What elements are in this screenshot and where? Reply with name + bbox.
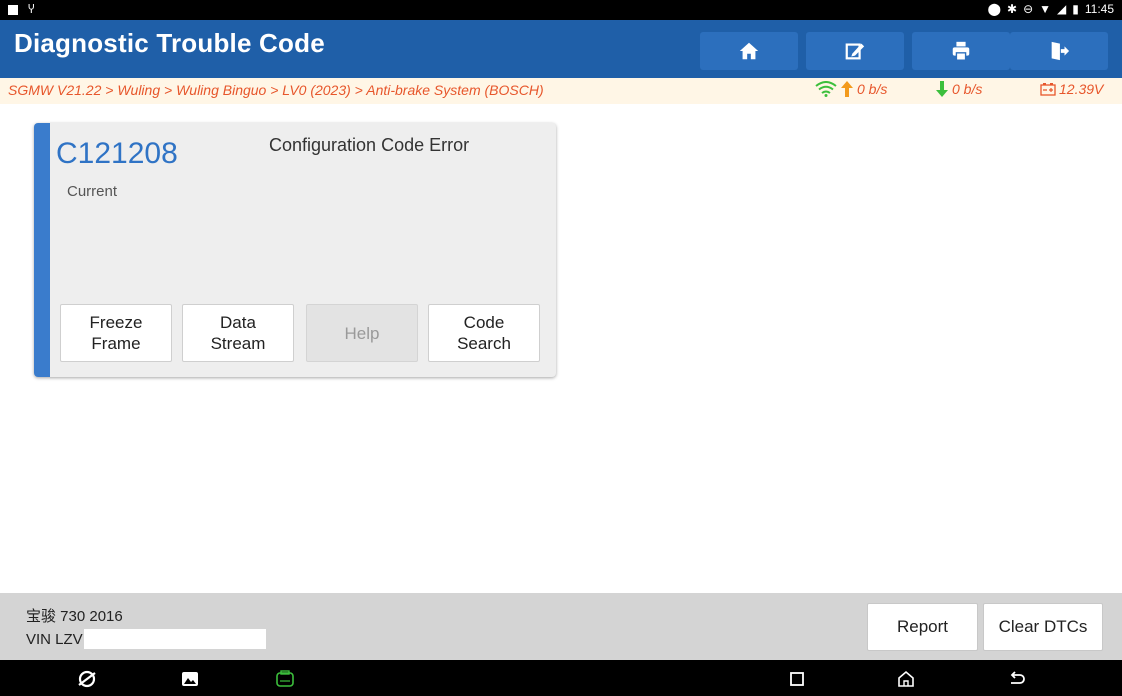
wifi-signal-icon [815, 81, 837, 97]
freeze-frame-button[interactable]: Freeze Frame [60, 304, 172, 362]
usb-icon: Ⴤ [28, 4, 35, 16]
dnd-icon: ⊖ [1023, 2, 1034, 16]
vci-app-button[interactable] [274, 668, 296, 690]
clear-dtcs-button[interactable]: Clear DTCs [983, 603, 1103, 651]
status-right-icons: ⬤ ✱ ⊖ ▼ ◢ ▮ 11:45 [988, 2, 1114, 16]
gallery-icon [182, 672, 198, 686]
code-search-button[interactable]: Code Search [428, 304, 540, 362]
upload-rate: 0 b/s [857, 81, 888, 97]
image-notification-icon [8, 4, 18, 15]
wifi-icon: ▼ [1039, 2, 1052, 16]
battery-icon: ▮ [1072, 2, 1079, 16]
freeze-frame-label: Freeze Frame [89, 313, 143, 353]
clear-dtcs-label: Clear DTCs [998, 617, 1088, 636]
dtc-description: Configuration Code Error [269, 135, 470, 155]
dtc-status: Current [67, 183, 118, 200]
data-stream-label: Data Stream [210, 313, 266, 353]
download-rate: 0 b/s [952, 81, 983, 97]
home-nav-button[interactable] [895, 668, 917, 690]
home-button[interactable] [700, 32, 798, 70]
location-icon: ⬤ [987, 2, 1001, 16]
back-icon [1010, 671, 1025, 684]
browser-icon [78, 670, 96, 688]
vin-row: VIN LZV [26, 629, 266, 649]
breadcrumb-bar: SGMW V21.22 > Wuling > Wuling Binguo > L… [0, 78, 1122, 104]
dtc-card: C121208 Configuration Code Error Current… [34, 123, 556, 377]
download-indicator: 0 b/s [936, 81, 982, 97]
signal-icon: ◢ [1057, 2, 1067, 16]
clock: 11:45 [1084, 2, 1114, 16]
browser-app-button[interactable] [76, 668, 98, 690]
voltage-value: 12.39V [1059, 81, 1104, 97]
dtc-code: C121208 [56, 137, 178, 170]
system-nav-bar [0, 660, 1122, 696]
upload-indicator: 0 b/s [815, 81, 887, 97]
back-button[interactable] [1006, 668, 1028, 690]
vci-icon [276, 670, 294, 687]
footer-bar: 宝骏 730 2016 VIN LZV Report Clear DTCs [0, 593, 1122, 660]
exit-icon [1051, 41, 1070, 61]
page-title: Diagnostic Trouble Code [14, 28, 325, 58]
report-button[interactable]: Report [867, 603, 978, 651]
exit-button[interactable] [1010, 32, 1108, 70]
edit-button[interactable] [806, 32, 904, 70]
help-label: Help [344, 323, 380, 343]
code-search-label: Code Search [457, 313, 511, 353]
title-bar: Diagnostic Trouble Code [0, 20, 1122, 78]
download-arrow-icon [936, 81, 948, 97]
vehicle-info: 宝骏 730 2016 [26, 608, 123, 625]
home-icon [898, 670, 914, 687]
upload-arrow-icon [841, 81, 853, 97]
help-button[interactable]: Help [306, 304, 418, 362]
report-label: Report [896, 617, 949, 636]
vin-redaction [83, 629, 266, 649]
status-bar: Ⴤ ⬤ ✱ ⊖ ▼ ◢ ▮ 11:45 [0, 0, 1122, 20]
bluetooth-icon: ✱ [1007, 2, 1018, 16]
edit-icon [845, 43, 865, 60]
home-icon [739, 42, 759, 60]
breadcrumb: SGMW V21.22 > Wuling > Wuling Binguo > L… [8, 82, 544, 98]
data-stream-button[interactable]: Data Stream [182, 304, 294, 362]
print-button[interactable] [912, 32, 1010, 70]
card-accent-bar [34, 123, 50, 377]
vin-label: VIN LZV [26, 630, 83, 648]
recents-icon [790, 672, 804, 686]
car-battery-icon [1040, 83, 1056, 96]
recents-button[interactable] [786, 668, 808, 690]
printer-icon [952, 41, 970, 61]
voltage-indicator: 12.39V [1040, 81, 1103, 97]
status-left-icons: Ⴤ [8, 3, 35, 16]
gallery-app-button[interactable] [179, 668, 201, 690]
